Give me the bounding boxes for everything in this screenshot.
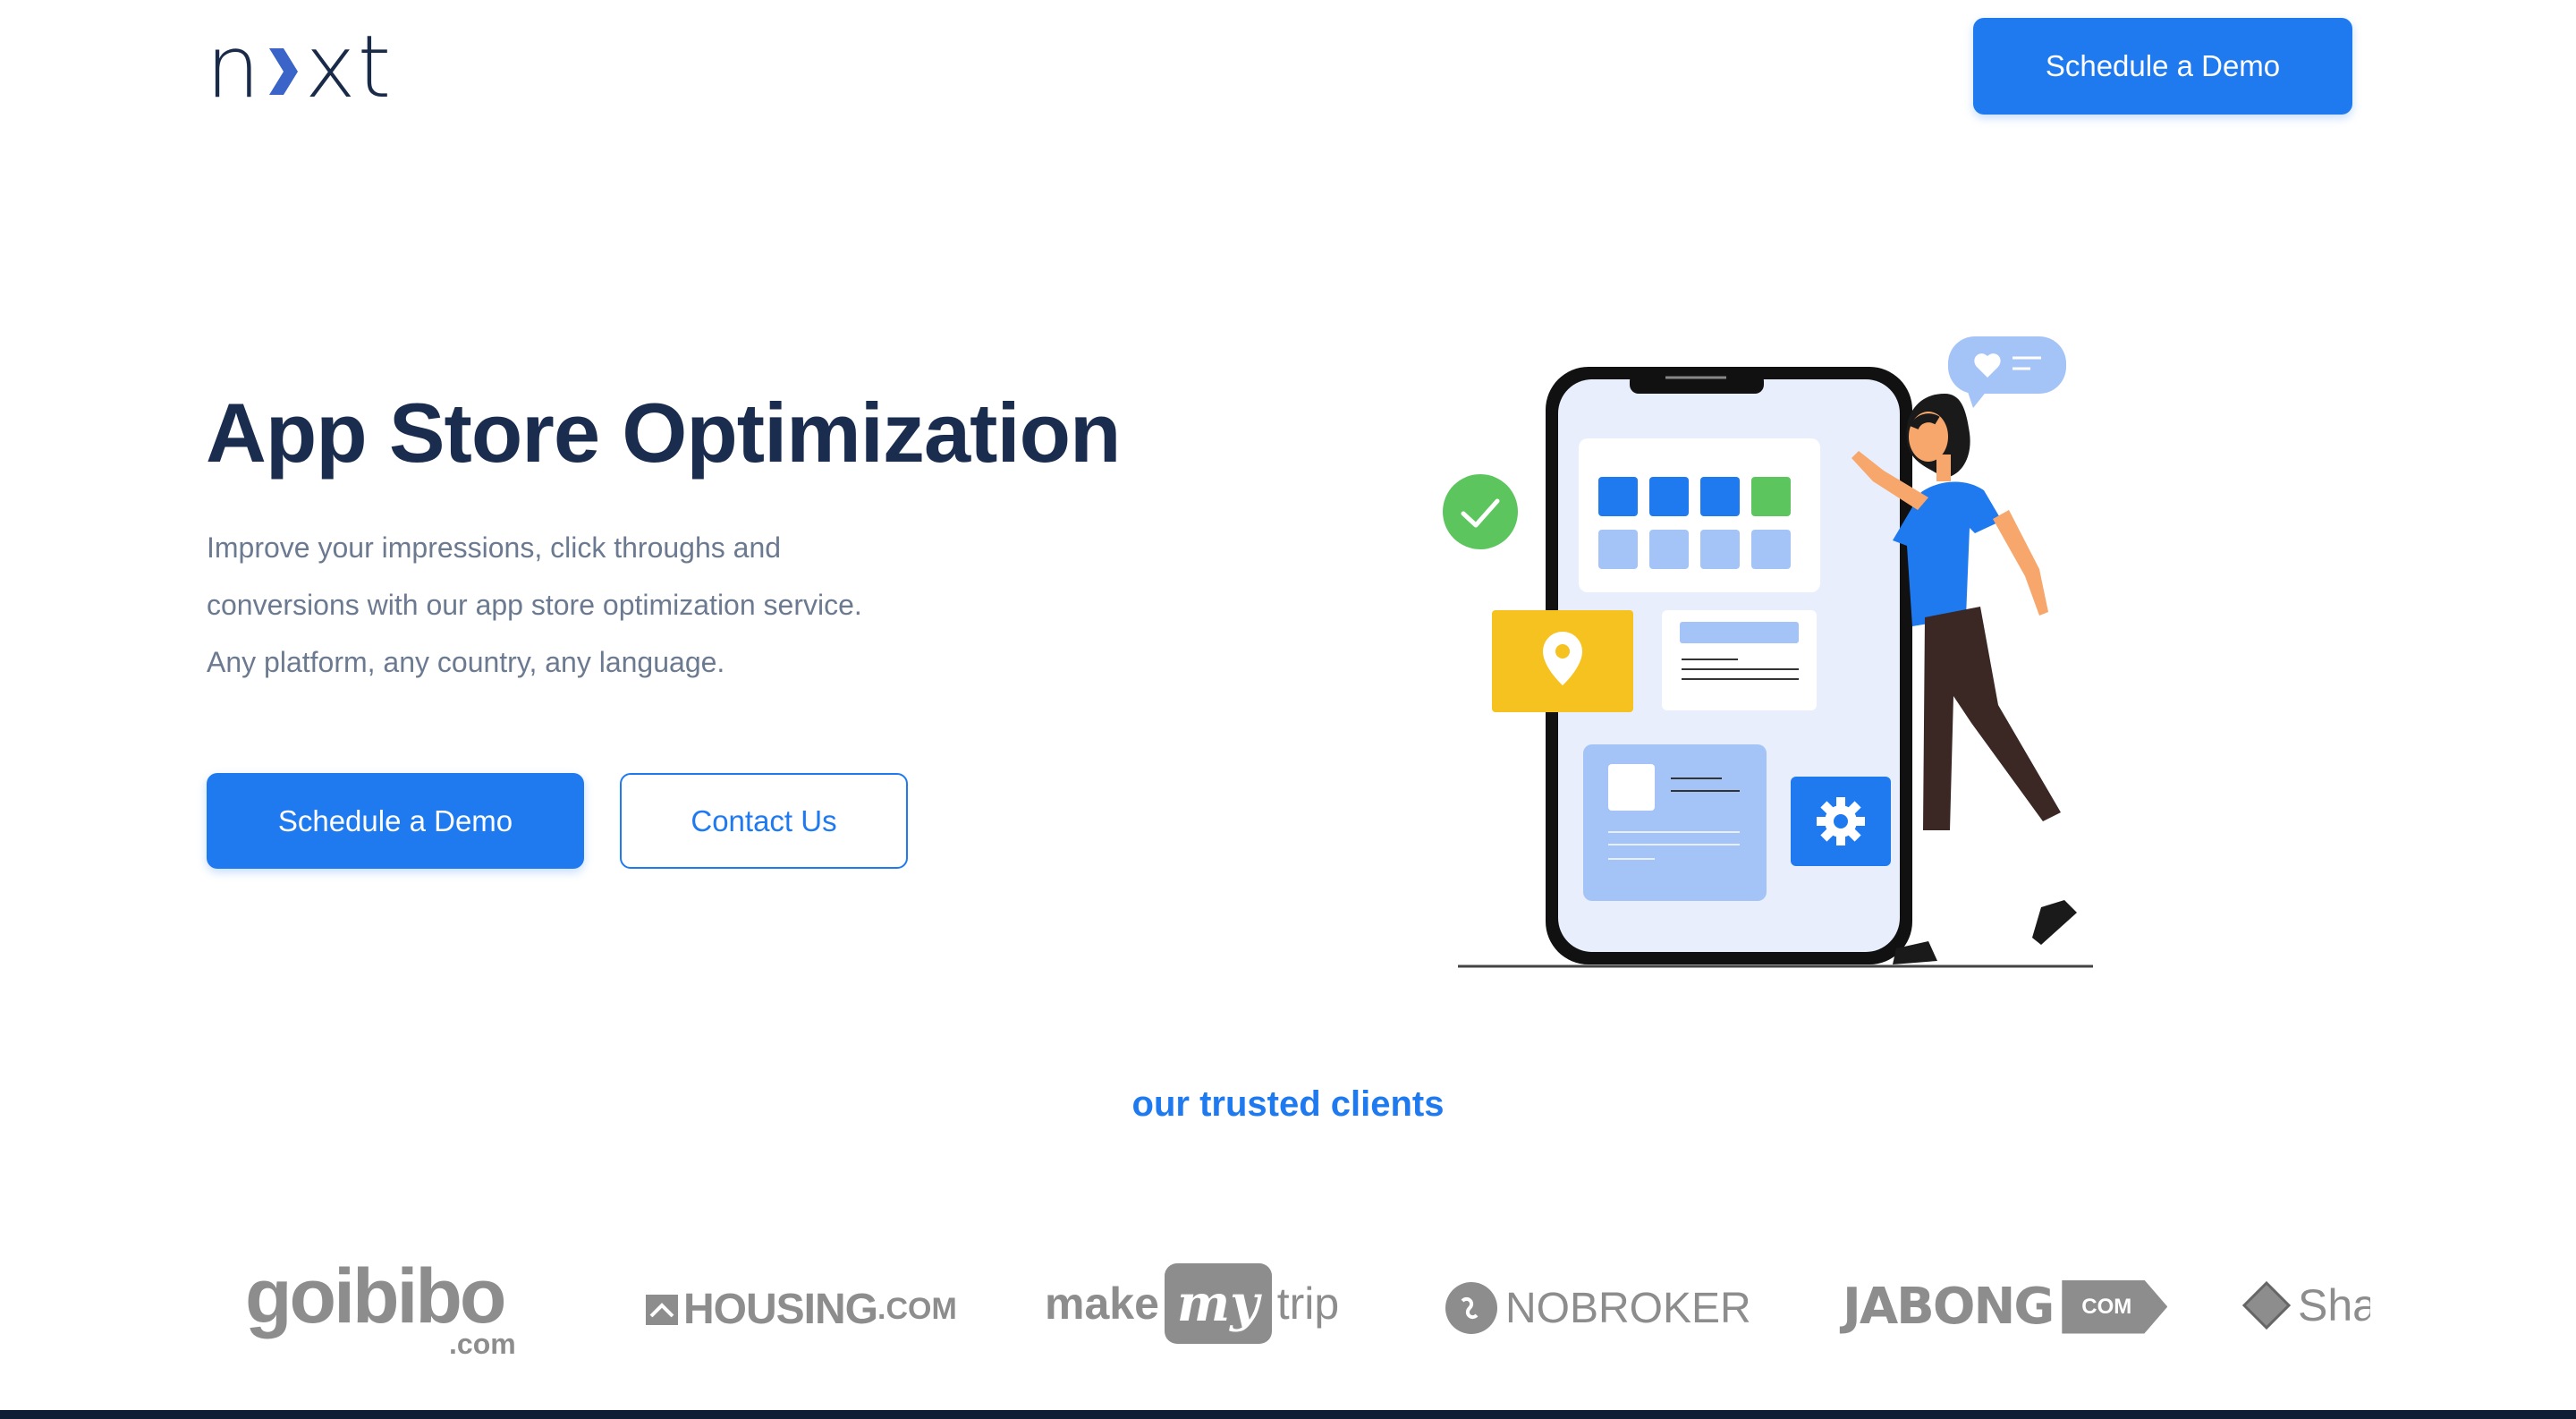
jabong-suffix: COM xyxy=(2062,1279,2168,1334)
client-logo-makemytrip: make my trip xyxy=(1045,1263,1339,1344)
hero-description-line: Improve your impressions, click throughs… xyxy=(207,531,782,564)
chevron-right-icon xyxy=(268,48,298,95)
client-logo-sha: Sha xyxy=(2241,1279,2370,1331)
hero-description-line: conversions with our app store optimizat… xyxy=(207,589,862,621)
hero-illustration xyxy=(1443,336,2093,968)
heart-icon xyxy=(1948,336,2066,408)
house-icon xyxy=(646,1294,678,1325)
goibibo-suffix: .com xyxy=(449,1328,516,1360)
sha-wordmark: Sha xyxy=(2298,1280,2370,1330)
sha-logo-icon xyxy=(2241,1280,2292,1330)
client-logo-housing: HOUSING .COM xyxy=(646,1285,957,1334)
clients-logo-strip: goibibo .com HOUSING .COM make my trip N… xyxy=(242,1253,2370,1378)
makemytrip-mid: my xyxy=(1164,1263,1272,1344)
logo-text-left: n xyxy=(206,17,262,117)
gear-icon xyxy=(1817,797,1865,845)
housing-suffix: .COM xyxy=(877,1292,957,1326)
hero-description-line: Any platform, any country, any language. xyxy=(207,646,725,678)
client-logo-goibibo: goibibo .com xyxy=(245,1253,516,1360)
housing-wordmark: HOUSING xyxy=(683,1286,878,1333)
nobroker-icon xyxy=(1445,1282,1497,1334)
hero-description: Improve your impressions, click throughs… xyxy=(207,519,1012,691)
client-logo-jabong: JABONG COM xyxy=(1843,1278,2168,1336)
hero-schedule-demo-button[interactable]: Schedule a Demo xyxy=(207,773,584,869)
header-schedule-demo-button[interactable]: Schedule a Demo xyxy=(1973,18,2352,115)
logo-text-right: xt xyxy=(304,17,394,117)
makemytrip-left: make xyxy=(1045,1279,1159,1329)
bottom-edge xyxy=(0,1410,2576,1419)
makemytrip-right: trip xyxy=(1276,1279,1340,1329)
nxt-logo[interactable]: n xt xyxy=(206,24,393,110)
page-title: App Store Optimization xyxy=(206,386,1121,480)
client-logo-nobroker: NOBROKER xyxy=(1445,1281,1751,1335)
check-icon xyxy=(1443,474,1518,549)
jabong-wordmark: JABONG xyxy=(1843,1278,2055,1336)
goibibo-wordmark: goibibo xyxy=(245,1253,506,1339)
clients-heading: our trusted clients xyxy=(1131,1084,1445,1124)
contact-us-button[interactable]: Contact Us xyxy=(620,773,908,869)
nobroker-wordmark: NOBROKER xyxy=(1505,1284,1751,1332)
